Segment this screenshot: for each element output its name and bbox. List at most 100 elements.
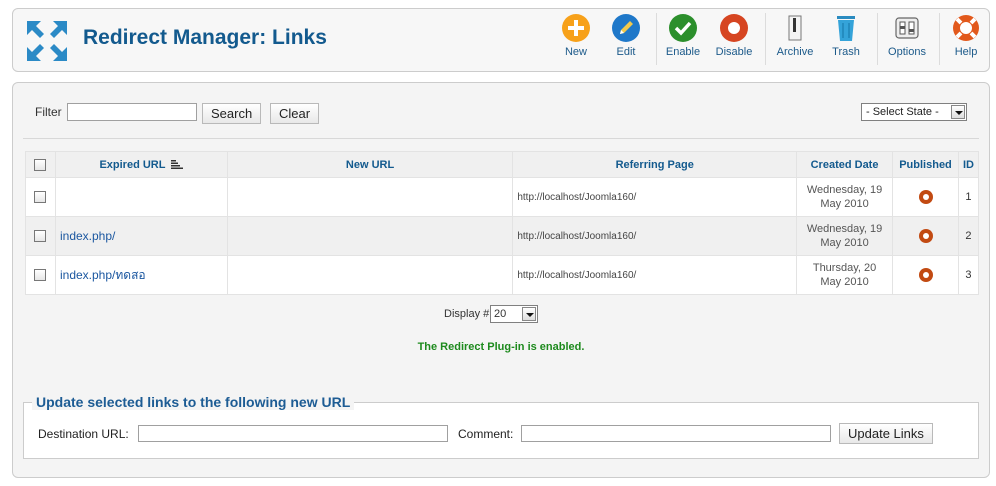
created-date-line1: Thursday, 20: [812, 262, 877, 274]
created-date-line2: May 2010: [820, 237, 869, 249]
update-links-legend: Update selected links to the following n…: [32, 394, 355, 410]
new-button[interactable]: New: [548, 9, 604, 61]
created-date-line1: Wednesday, 19: [806, 223, 883, 235]
update-links-button[interactable]: Update Links: [839, 423, 933, 444]
column-header-created-date[interactable]: Created Date: [796, 151, 894, 178]
row-checkbox[interactable]: [34, 191, 47, 204]
column-header-label: New URL: [345, 158, 395, 171]
row-checkbox[interactable]: [34, 230, 47, 243]
expired-url-link[interactable]: index.php/: [60, 229, 115, 243]
chevron-down-icon: [951, 105, 965, 119]
help-label: Help: [954, 46, 978, 58]
id-cell: 1: [957, 177, 980, 217]
destination-url-input[interactable]: [138, 425, 448, 442]
toolbar-divider: [877, 13, 878, 65]
display-count-value: 20: [494, 308, 507, 320]
new-url-cell: [226, 177, 514, 217]
expired-url-link[interactable]: index.php/ทดสอ: [60, 268, 146, 282]
id-cell: 3: [957, 255, 980, 295]
page-title: Redirect Manager: Links: [83, 26, 327, 49]
published-icon[interactable]: [918, 229, 933, 243]
published-icon[interactable]: [918, 268, 933, 282]
archive-icon: [788, 15, 802, 41]
display-count-dropdown[interactable]: 20: [490, 305, 538, 323]
toolbar-box: Redirect Manager: Links New Edit Enable: [12, 8, 990, 72]
clear-button[interactable]: Clear: [270, 103, 320, 124]
row-id: 2: [965, 230, 972, 242]
row-id: 3: [965, 269, 972, 281]
toolbar-divider: [765, 13, 766, 65]
trash-button[interactable]: Trash: [818, 9, 874, 61]
referring-page: http://localhost/Joomla160/: [517, 192, 637, 203]
published-icon[interactable]: [918, 190, 933, 204]
select-state-dropdown[interactable]: - Select State -: [861, 103, 967, 121]
select-all-checkbox[interactable]: [34, 158, 47, 171]
referring-page-cell: http://localhost/Joomla160/: [512, 255, 798, 295]
new-icon: [562, 14, 590, 42]
referring-page-cell: http://localhost/Joomla160/: [512, 216, 798, 256]
disable-button[interactable]: Disable: [706, 9, 762, 61]
trash-label: Trash: [832, 46, 860, 58]
expired-url-cell: index.php/ทดสอ: [54, 255, 228, 295]
comment-label: Comment:: [458, 427, 514, 441]
comment-input[interactable]: [521, 425, 831, 442]
row-checkbox[interactable]: [34, 269, 47, 282]
referring-page: http://localhost/Joomla160/: [517, 231, 637, 242]
column-header-published[interactable]: Published: [892, 151, 959, 178]
row-select-cell: [25, 216, 56, 256]
table-row: http://localhost/Joomla160/ Wednesday, 1…: [25, 177, 980, 217]
archive-button[interactable]: Archive: [767, 9, 823, 61]
row-select-cell: [25, 177, 56, 217]
enable-icon: [669, 14, 697, 42]
edit-icon: [612, 14, 640, 42]
expired-url-cell: index.php/: [54, 216, 228, 256]
published-cell: [892, 177, 959, 217]
options-button[interactable]: Options: [879, 9, 935, 61]
divider: [23, 138, 979, 139]
links-table: Expired URL New URL Referring Page Creat…: [25, 151, 980, 295]
archive-label: Archive: [776, 46, 814, 58]
id-cell: 2: [957, 216, 980, 256]
column-header-id[interactable]: ID: [957, 151, 980, 178]
published-cell: [892, 216, 959, 256]
options-label: Options: [888, 46, 926, 58]
help-button[interactable]: Help: [938, 9, 994, 61]
sort-icon: [171, 160, 184, 170]
edit-label: Edit: [616, 46, 636, 58]
main-panel: Filter Search Clear - Select State - Exp…: [12, 82, 990, 478]
published-cell: [892, 255, 959, 295]
table-row: index.php/ทดสอ http://localhost/Joomla16…: [25, 255, 980, 295]
options-icon: [895, 17, 919, 39]
column-header-expired-url[interactable]: Expired URL: [54, 151, 228, 178]
filter-input[interactable]: [67, 103, 197, 121]
created-date-cell: Wednesday, 19 May 2010: [796, 177, 894, 217]
enable-button[interactable]: Enable: [655, 9, 711, 61]
disable-label: Disable: [715, 46, 753, 58]
created-date-line1: Wednesday, 19: [806, 184, 883, 196]
new-url-cell: [226, 255, 514, 295]
column-header-new-url[interactable]: New URL: [226, 151, 514, 178]
search-button[interactable]: Search: [202, 103, 262, 124]
column-header-label: ID: [962, 158, 974, 171]
row-select-cell: [25, 255, 56, 295]
new-label: New: [564, 46, 587, 58]
select-state-value: - Select State -: [866, 106, 939, 118]
new-url-cell: [226, 216, 514, 256]
disable-icon: [720, 14, 748, 42]
update-links-fieldset: Update selected links to the following n…: [23, 394, 979, 459]
expired-url-cell: [54, 177, 228, 217]
referring-page-cell: http://localhost/Joomla160/: [512, 177, 798, 217]
created-date-cell: Wednesday, 19 May 2010: [796, 216, 894, 256]
referring-page: http://localhost/Joomla160/: [517, 270, 637, 281]
column-header-referring-page[interactable]: Referring Page: [512, 151, 798, 178]
select-all-header: [25, 151, 56, 178]
chevron-down-icon: [522, 307, 536, 321]
column-header-label: Created Date: [810, 158, 879, 171]
created-date-line2: May 2010: [820, 198, 869, 210]
row-id: 1: [965, 191, 972, 203]
created-date-cell: Thursday, 20 May 2010: [796, 255, 894, 295]
edit-button[interactable]: Edit: [598, 9, 654, 61]
created-date-line2: May 2010: [820, 276, 869, 288]
trash-icon: [837, 16, 855, 41]
display-count-label: Display #: [444, 308, 490, 320]
